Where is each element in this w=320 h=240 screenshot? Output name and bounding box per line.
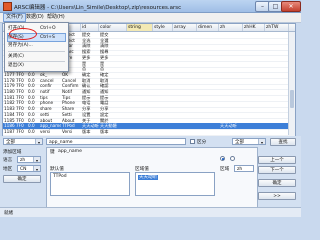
col-header[interactable]: color: [99, 24, 127, 31]
window-title: ARSC编辑器 - C:\Users\Lin_Simile\Desktop\.z…: [14, 5, 182, 11]
add-language-label: 添加区域: [3, 150, 22, 155]
col-header[interactable]: style: [153, 24, 173, 31]
region-label: 地区: [3, 167, 13, 172]
table-cell: 0.0: [28, 128, 35, 134]
menu-data[interactable]: 数据(D): [24, 14, 46, 21]
menu-help[interactable]: 帮助(H): [45, 14, 67, 21]
app-icon: [3, 2, 12, 11]
key-value: app_name: [58, 149, 82, 154]
search-value: app_name: [49, 140, 73, 145]
radio-option[interactable]: [220, 156, 225, 161]
table-cell: 7F0: [16, 128, 24, 134]
status-text: 就绪: [4, 211, 13, 216]
menu-item-exit[interactable]: 退出(X): [8, 62, 65, 69]
menu-file[interactable]: 文件(F): [3, 13, 26, 22]
add-language-button[interactable]: 确定: [3, 175, 41, 183]
zh-value-textarea[interactable]: 天天动听: [135, 172, 215, 196]
type-filter-select[interactable]: 全部 ▾: [3, 138, 43, 145]
chevron-down-icon: ▾: [33, 157, 40, 162]
table-row[interactable]: 1187 7F0 0.0 versi Versi 版本 版本: [3, 129, 295, 136]
scrollbar-thumb[interactable]: [290, 90, 294, 108]
chevron-down-icon: ▾: [35, 139, 42, 144]
lang-label: 语言: [3, 158, 13, 163]
col-header[interactable]: dimen: [197, 24, 219, 31]
table-scrollbar[interactable]: [288, 32, 295, 135]
zh-value-text: 天天动听: [138, 175, 158, 180]
next-button[interactable]: 下一个: [258, 166, 296, 174]
table-cell: 版本: [100, 128, 109, 134]
table-cell: Versi: [62, 128, 73, 134]
radio-option[interactable]: [230, 156, 235, 161]
col-header[interactable]: array: [173, 24, 197, 31]
menu-item-save-as[interactable]: 另存为(A)...: [8, 42, 65, 49]
region-right-value: zh: [237, 167, 243, 172]
region-right-label: 区域: [220, 167, 230, 172]
more-button[interactable]: >>: [258, 192, 296, 200]
table-cell: 版本: [82, 128, 91, 134]
menu-item-label: 关闭(C): [8, 54, 24, 59]
lang-value: zh: [20, 158, 26, 163]
search-button[interactable]: 查找: [270, 137, 296, 146]
menu-item-shortcut: Ctrl+S: [40, 35, 55, 40]
key-label: 键: [50, 150, 55, 155]
menu-item-shortcut: Ctrl+O: [40, 26, 56, 31]
close-button[interactable]: ✕: [281, 1, 301, 12]
right-filter-select[interactable]: 全部 ▾: [232, 138, 266, 145]
region-value: CN: [20, 167, 27, 172]
col-header[interactable]: zh: [219, 24, 243, 31]
table-cell: versi: [40, 128, 51, 134]
lang-select[interactable]: zh ▾: [17, 156, 41, 163]
col-header[interactable]: zhTW: [265, 24, 289, 31]
menu-item-label: 退出(X): [8, 63, 24, 68]
highlight-circle: [9, 28, 37, 40]
default-value-textarea[interactable]: TTPod: [50, 172, 130, 196]
status-bar: 就绪: [0, 207, 301, 217]
default-value-text: TTPod: [53, 174, 67, 179]
case-checkbox[interactable]: [190, 139, 195, 144]
apply-button[interactable]: 确定: [258, 179, 296, 187]
region-select[interactable]: CN ▾: [17, 165, 41, 172]
region-right-select[interactable]: zh: [234, 165, 254, 172]
title-bar: ARSC编辑器 - C:\Users\Lin_Simile\Desktop\.z…: [0, 0, 301, 13]
menu-item-label: 另存为(A)...: [8, 43, 33, 48]
chevron-down-icon: ▾: [33, 166, 40, 171]
chevron-down-icon: ▾: [258, 139, 265, 144]
menu-separator: [8, 51, 65, 52]
search-input[interactable]: app_name: [46, 138, 186, 145]
editor-panel: 全部 ▾ app_name 区分 全部 ▾ 查找 添加区域 语言 zh ▾ 地区 CN…: [0, 136, 301, 216]
type-filter-value: 全部: [6, 140, 15, 145]
prev-button[interactable]: 上一个: [258, 156, 296, 164]
col-header[interactable]: id: [81, 24, 99, 31]
col-header[interactable]: zhHK: [243, 24, 265, 31]
table-cell: 1187: [4, 128, 15, 134]
case-label: 区分: [197, 140, 207, 145]
menu-item-close[interactable]: 关闭(C): [8, 53, 65, 60]
right-filter-value: 全部: [235, 140, 244, 145]
col-header-string[interactable]: string: [127, 24, 153, 31]
